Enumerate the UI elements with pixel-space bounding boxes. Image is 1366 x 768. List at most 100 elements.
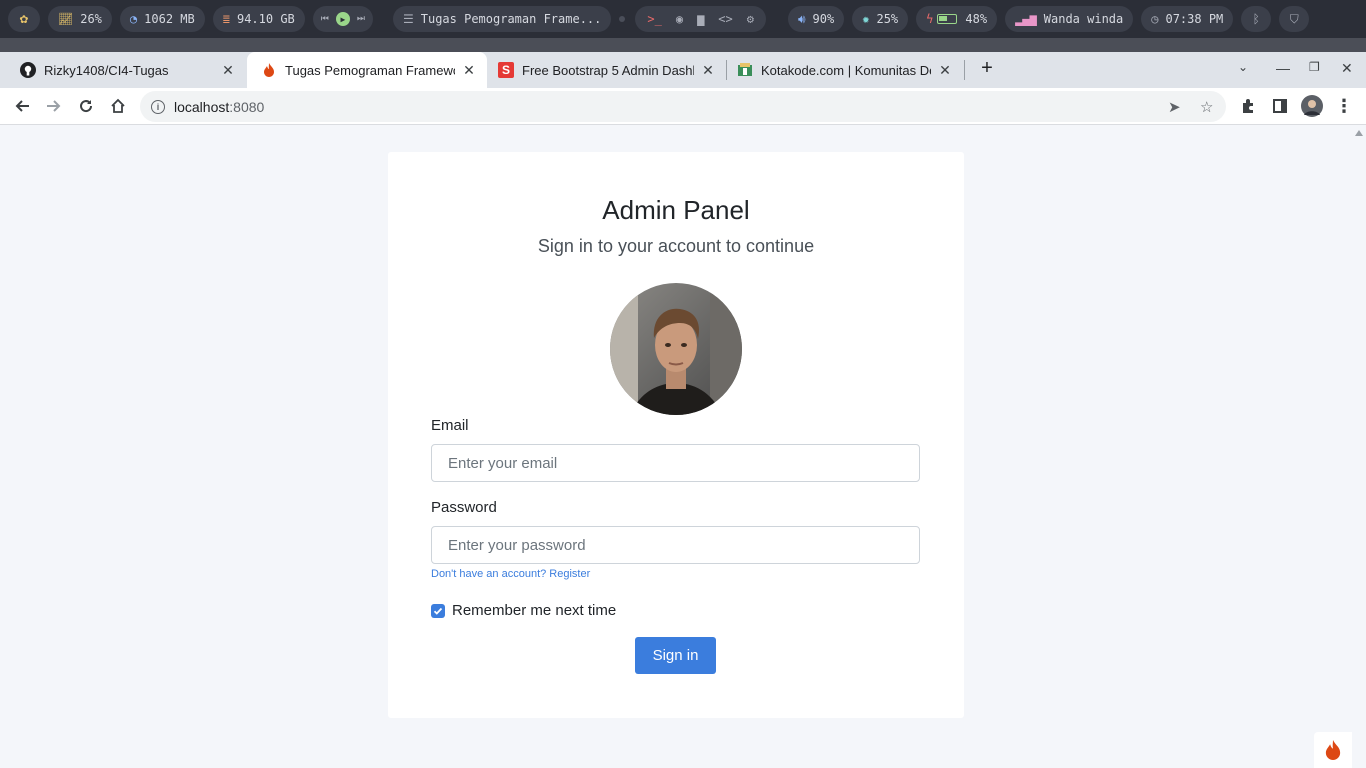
volume-widget[interactable]: 🔊︎ 90%: [787, 6, 845, 32]
send-to-device-icon[interactable]: ➤: [1168, 98, 1181, 116]
close-tab-icon[interactable]: ✕: [937, 62, 953, 79]
cpu-chart-icon: 📈︎: [58, 12, 74, 26]
battery-value: 48%: [965, 12, 988, 26]
email-label: Email: [431, 417, 469, 434]
tab-divider: [964, 60, 965, 80]
wifi-signal-icon: ▂▄▆: [1015, 12, 1037, 26]
sign-in-button[interactable]: Sign in: [635, 637, 716, 674]
codeigniter-debug-toolbar-button[interactable]: [1314, 732, 1352, 768]
tab-tugas-active[interactable]: Tugas Pemograman Framework ✕: [247, 52, 487, 88]
cpu-value: 26%: [80, 12, 102, 26]
tab-title: Rizky1408/CI4-Tugas: [44, 62, 169, 78]
address-host: localhost: [174, 98, 230, 115]
tab-title: Kotakode.com | Komunitas Developer: [761, 62, 931, 78]
cpu-widget[interactable]: 📈︎ 26%: [48, 6, 112, 32]
remember-checkbox[interactable]: [431, 603, 445, 618]
memory-value: 1062 MB: [144, 12, 195, 26]
battery-widget[interactable]: ϟ 48%: [916, 6, 998, 32]
tab-strip-frame: [0, 38, 1366, 52]
next-track-icon[interactable]: ⏭: [357, 14, 365, 24]
window-title: Tugas Pemograman Frame...: [420, 12, 602, 26]
bluetooth-icon: ᛒ: [1252, 12, 1260, 26]
tab-search-chevron-icon[interactable]: ⌄: [1238, 60, 1248, 74]
bookmark-star-icon[interactable]: ☆: [1200, 98, 1213, 116]
extensions-puzzle-icon[interactable]: [1236, 94, 1260, 118]
system-top-bar: ✿ 📈︎ 26% ◔ 1062 MB ≣ 94.10 GB ⏮ ▶ ⏭ ☰ Tu…: [0, 0, 1366, 38]
volume-value: 90%: [812, 12, 835, 26]
disk-value: 94.10 GB: [236, 12, 295, 26]
scroll-up-arrow-icon[interactable]: [1355, 130, 1363, 136]
address-url: localhost:8080: [174, 99, 264, 115]
previous-track-icon[interactable]: ⏮: [321, 14, 329, 24]
login-card: Admin Panel Sign in to your account to c…: [388, 152, 964, 718]
terminal-icon[interactable]: >_: [647, 12, 661, 26]
code-editor-icon[interactable]: <>: [718, 12, 732, 26]
page-subtitle: Sign in to your account to continue: [537, 236, 815, 256]
charging-bolt-icon: ϟ: [926, 12, 934, 26]
avatar: [610, 283, 742, 415]
address-bar[interactable]: i localhost:8080 ➤ ☆: [140, 91, 1226, 122]
page-viewport: Admin Panel Sign in to your account to c…: [0, 126, 1352, 768]
network-name: Wanda winda: [1043, 12, 1124, 26]
codeigniter-flame-icon: [261, 62, 277, 78]
separator-dot: [619, 16, 626, 22]
home-icon[interactable]: [106, 94, 130, 118]
shield-toggle[interactable]: ⛉: [1279, 6, 1310, 32]
checkmark-icon: [433, 607, 443, 615]
tab-kotakode[interactable]: Kotakode.com | Komunitas Developer ✕: [727, 52, 963, 88]
disk-widget[interactable]: ≣ 94.10 GB: [212, 6, 305, 32]
tab-github[interactable]: Rizky1408/CI4-Tugas ✕: [0, 52, 246, 88]
browser-menu-kebab-icon[interactable]: ⋮: [1332, 94, 1356, 118]
bluetooth-toggle[interactable]: ᛒ: [1241, 6, 1272, 32]
email-field[interactable]: [431, 444, 920, 482]
close-window-icon[interactable]: ✕: [1341, 60, 1353, 77]
password-field[interactable]: [431, 526, 920, 564]
memory-widget[interactable]: ◔ 1062 MB: [119, 6, 205, 32]
reload-icon[interactable]: [74, 94, 98, 118]
settings-gear-icon[interactable]: ⚙: [747, 12, 754, 26]
github-icon: [20, 62, 36, 78]
close-tab-icon[interactable]: ✕: [220, 62, 236, 79]
tab-bootstrap-dashboard[interactable]: S Free Bootstrap 5 Admin Dashboard ✕: [488, 52, 726, 88]
battery-icon: [937, 14, 958, 24]
browser-globe-icon[interactable]: ◉: [676, 12, 683, 26]
register-link[interactable]: Don't have an account? Register: [431, 568, 590, 580]
brightness-value: 25%: [876, 12, 899, 26]
brightness-widget[interactable]: ✹ 25%: [852, 6, 909, 32]
brightness-icon: ✹: [862, 12, 870, 26]
play-icon[interactable]: ▶: [335, 12, 350, 26]
s-logo-icon: S: [498, 62, 514, 78]
disk-database-icon: ≣: [222, 12, 230, 26]
close-tab-icon[interactable]: ✕: [461, 62, 477, 79]
page-title: Admin Panel: [602, 195, 750, 225]
folder-icon[interactable]: ▆: [697, 12, 704, 26]
forward-arrow-icon[interactable]: [42, 94, 66, 118]
clock-icon: ◷: [1151, 12, 1159, 26]
remember-me-control[interactable]: Remember me next time: [431, 602, 616, 619]
site-info-icon[interactable]: i: [151, 99, 165, 114]
browser-toolbar: i localhost:8080 ➤ ☆ ⋮: [0, 88, 1366, 125]
window-title-widget[interactable]: ☰ Tugas Pemograman Frame...: [392, 6, 612, 32]
shield-icon: ⛉: [1289, 11, 1299, 26]
memory-pie-icon: ◔: [129, 12, 138, 26]
speaker-icon: 🔊︎: [797, 12, 806, 26]
back-arrow-icon[interactable]: [10, 94, 34, 118]
tab-title: Free Bootstrap 5 Admin Dashboard: [522, 62, 694, 78]
network-widget[interactable]: ▂▄▆ Wanda winda: [1005, 6, 1134, 32]
page-scrollbar[interactable]: [1352, 126, 1366, 768]
kotakode-icon: [737, 62, 753, 78]
codeigniter-flame-icon: [1325, 740, 1341, 760]
profile-avatar[interactable]: [1300, 94, 1324, 118]
media-controls: ⏮ ▶ ⏭: [312, 6, 373, 32]
minimize-window-icon[interactable]: —: [1276, 60, 1290, 76]
launcher-button[interactable]: ✿: [8, 6, 40, 32]
close-tab-icon[interactable]: ✕: [700, 62, 716, 79]
tab-title: Tugas Pemograman Framework: [285, 62, 455, 78]
restore-window-icon[interactable]: ❐: [1309, 60, 1320, 74]
clock-widget[interactable]: ◷ 07:38 PM: [1141, 6, 1234, 32]
side-panel-icon[interactable]: [1268, 94, 1292, 118]
remember-label: Remember me next time: [452, 602, 617, 619]
new-tab-button[interactable]: +: [976, 58, 998, 80]
quick-apps: >_ ◉ ▆ <> ⚙: [635, 6, 766, 32]
address-port: :8080: [229, 98, 265, 115]
